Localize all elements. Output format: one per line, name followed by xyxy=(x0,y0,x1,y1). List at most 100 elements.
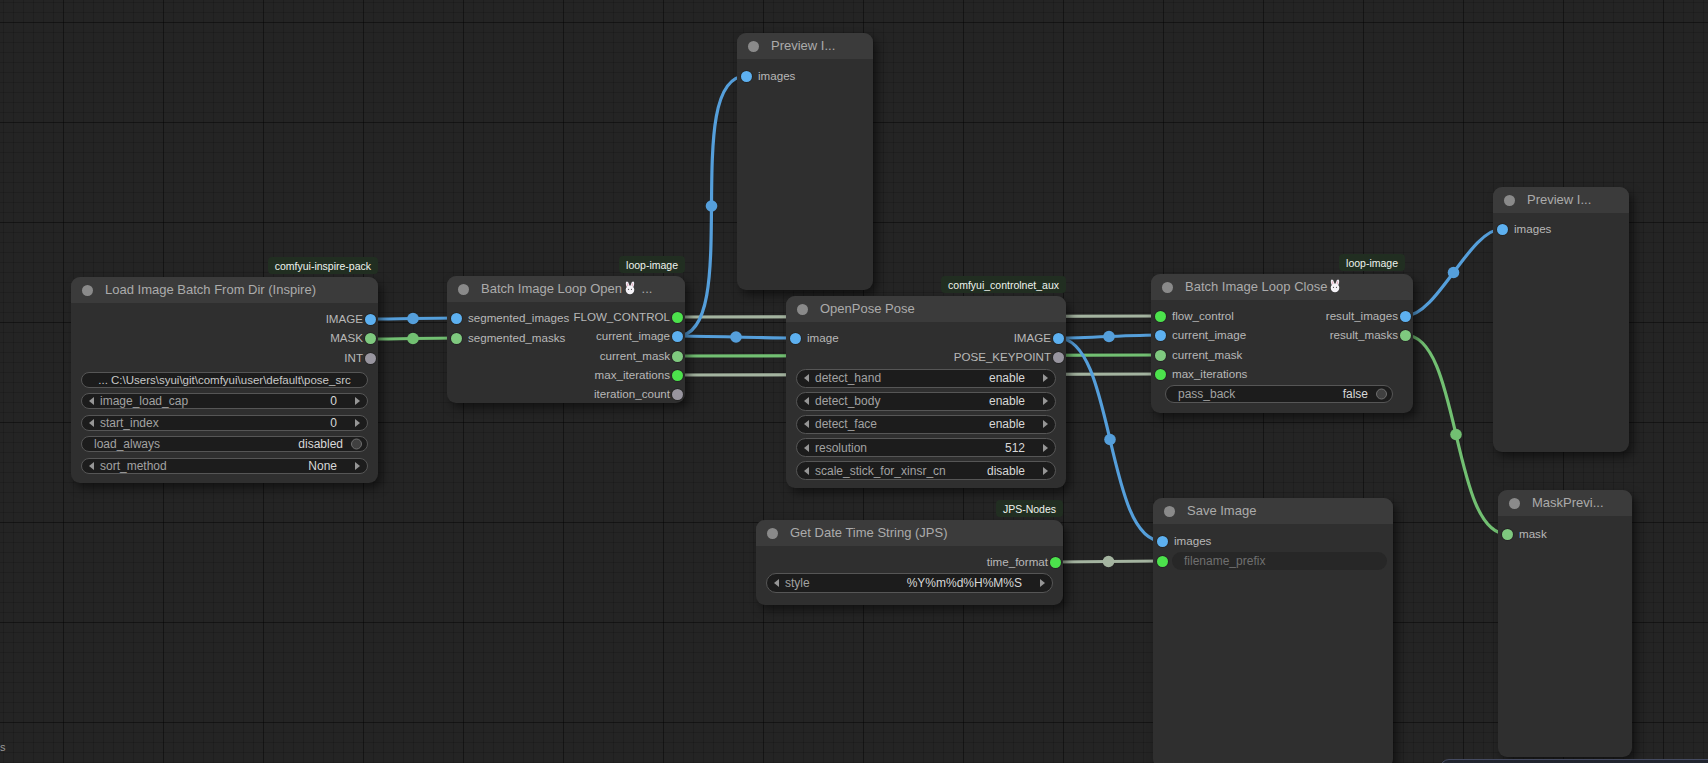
widget-label: load_always xyxy=(94,437,160,451)
widget-scale_stick_for_xinsr_cn[interactable]: scale_stick_for_xinsr_cndisable xyxy=(796,461,1056,480)
input-port-images[interactable] xyxy=(1157,536,1168,547)
decrement-arrow[interactable] xyxy=(89,397,94,405)
link-midpoint-dot[interactable] xyxy=(706,200,718,212)
increment-arrow[interactable] xyxy=(355,462,360,470)
decrement-arrow[interactable] xyxy=(804,420,809,428)
output-port-FLOW_CONTROL[interactable] xyxy=(672,312,683,323)
output-port-POSE_KEYPOINT[interactable] xyxy=(1053,352,1064,363)
input-port-images[interactable] xyxy=(1497,224,1508,235)
input-port-images[interactable] xyxy=(741,71,752,82)
decrement-arrow[interactable] xyxy=(804,467,809,475)
input-port-segmented_masks[interactable] xyxy=(451,333,462,344)
offscreen-node-edge[interactable] xyxy=(1440,759,1708,763)
output-port-max_iterations[interactable] xyxy=(672,370,683,381)
increment-arrow[interactable] xyxy=(1043,374,1048,382)
output-port-result_masks[interactable] xyxy=(1400,330,1411,341)
decrement-arrow[interactable] xyxy=(89,419,94,427)
decrement-arrow[interactable] xyxy=(774,579,779,587)
node-collapse-dot[interactable] xyxy=(767,528,778,539)
widget-filename_prefix[interactable]: filename_prefix xyxy=(1172,552,1387,570)
link-midpoint-dot[interactable] xyxy=(1103,556,1115,568)
widget-detect_body[interactable]: detect_bodyenable xyxy=(796,392,1056,411)
widget-style[interactable]: style%Y%m%d%H%M%S xyxy=(766,573,1053,593)
node-title[interactable]: Batch Image Loop Close xyxy=(1151,274,1413,300)
graph-canvas[interactable]: Load Image Batch From Dir (Inspire) comfy… xyxy=(0,0,1708,763)
widget-load_always[interactable]: load_alwaysdisabled xyxy=(81,436,368,452)
widget-resolution[interactable]: resolution512 xyxy=(796,438,1056,457)
output-port-current_mask[interactable] xyxy=(672,351,683,362)
node-collapse-dot[interactable] xyxy=(1164,506,1175,517)
node-title[interactable]: Load Image Batch From Dir (Inspire) xyxy=(71,277,378,303)
input-port-image[interactable] xyxy=(790,333,801,344)
node-title[interactable]: OpenPose Pose xyxy=(786,296,1066,322)
node-collapse-dot[interactable] xyxy=(797,304,808,315)
increment-arrow[interactable] xyxy=(355,419,360,427)
link-midpoint-dot[interactable] xyxy=(1450,429,1462,441)
node-collapse-dot[interactable] xyxy=(1509,498,1520,509)
output-port-INT[interactable] xyxy=(365,353,376,364)
increment-arrow[interactable] xyxy=(1040,579,1045,587)
widget-label: resolution xyxy=(815,441,867,455)
increment-arrow[interactable] xyxy=(355,397,360,405)
increment-arrow[interactable] xyxy=(1043,397,1048,405)
node-batch-image-loop-close[interactable]: Batch Image Loop Closeloop-imageflow_con… xyxy=(1151,274,1413,413)
node-source-badge: comfyui_controlnet_aux xyxy=(941,276,1066,293)
widget-detect_face[interactable]: detect_faceenable xyxy=(796,415,1056,434)
node-collapse-dot[interactable] xyxy=(748,41,759,52)
node-preview-image-top[interactable]: Preview I...images xyxy=(737,33,873,290)
link-midpoint-dot[interactable] xyxy=(407,313,419,325)
node-openpose-pose[interactable]: OpenPose Posecomfyui_controlnet_auximage… xyxy=(786,296,1066,488)
widget-pass_back[interactable]: pass_backfalse xyxy=(1165,385,1393,403)
link-midpoint-dot[interactable] xyxy=(407,333,419,345)
input-port-max_iterations[interactable] xyxy=(1155,369,1166,380)
link-midpoint-dot[interactable] xyxy=(1448,267,1460,279)
node-batch-image-loop-open[interactable]: Batch Image Loop Open ...loop-imagesegme… xyxy=(447,276,685,403)
input-port-current_mask[interactable] xyxy=(1155,350,1166,361)
node-load-image-batch-from-dir[interactable]: Load Image Batch From Dir (Inspire)comfy… xyxy=(71,277,378,483)
node-title[interactable]: Batch Image Loop Open ... xyxy=(447,276,685,302)
input-port-flow_control[interactable] xyxy=(1155,311,1166,322)
link-midpoint-dot[interactable] xyxy=(730,331,742,343)
node-title[interactable]: Save Image xyxy=(1153,498,1393,524)
decrement-arrow[interactable] xyxy=(804,397,809,405)
output-port-current_image[interactable] xyxy=(672,331,683,342)
widget-image_load_cap[interactable]: image_load_cap0 xyxy=(81,393,368,409)
node-title[interactable]: MaskPrevi... xyxy=(1498,490,1632,516)
increment-arrow[interactable] xyxy=(1043,420,1048,428)
output-port-result_images[interactable] xyxy=(1400,311,1411,322)
input-port-segmented_images[interactable] xyxy=(451,313,462,324)
node-title[interactable]: Get Date Time String (JPS) xyxy=(756,520,1063,546)
decrement-arrow[interactable] xyxy=(804,374,809,382)
node-collapse-dot[interactable] xyxy=(1162,282,1173,293)
node-collapse-dot[interactable] xyxy=(82,285,93,296)
widget-detect_hand[interactable]: detect_handenable xyxy=(796,369,1056,388)
widget-sort_method[interactable]: sort_methodNone xyxy=(81,458,368,474)
increment-arrow[interactable] xyxy=(1043,467,1048,475)
increment-arrow[interactable] xyxy=(1043,444,1048,452)
link-midpoint-dot[interactable] xyxy=(1104,434,1116,446)
node-collapse-dot[interactable] xyxy=(458,284,469,295)
output-port-IMAGE[interactable] xyxy=(1053,333,1064,344)
widget-value: false xyxy=(1343,387,1368,401)
output-port-MASK[interactable] xyxy=(365,333,376,344)
output-port-time_format[interactable] xyxy=(1050,557,1061,568)
toggle-knob[interactable] xyxy=(1376,389,1387,400)
link-midpoint-dot[interactable] xyxy=(1103,331,1115,343)
output-port-IMAGE[interactable] xyxy=(365,314,376,325)
node-get-date-time-string[interactable]: Get Date Time String (JPS)JPS-Nodestime_… xyxy=(756,520,1063,605)
node-title[interactable]: Preview I... xyxy=(1493,187,1629,213)
node-collapse-dot[interactable] xyxy=(1504,195,1515,206)
input-port-current_image[interactable] xyxy=(1155,330,1166,341)
widget-start_index[interactable]: start_index0 xyxy=(81,415,368,431)
node-title[interactable]: Preview I... xyxy=(737,33,873,59)
toggle-knob[interactable] xyxy=(351,439,362,450)
output-port-iteration_count[interactable] xyxy=(672,389,683,400)
widget-text[interactable]: ... C:\Users\syui\git\comfyui\user\defau… xyxy=(81,372,368,388)
input-port-slot[interactable] xyxy=(1157,556,1168,567)
input-port-mask[interactable] xyxy=(1502,529,1513,540)
node-mask-preview[interactable]: MaskPrevi...mask xyxy=(1498,490,1632,757)
decrement-arrow[interactable] xyxy=(804,444,809,452)
decrement-arrow[interactable] xyxy=(89,462,94,470)
node-preview-image-right[interactable]: Preview I...images xyxy=(1493,187,1629,452)
node-save-image[interactable]: Save Imageimagesfilename_prefix xyxy=(1153,498,1393,763)
